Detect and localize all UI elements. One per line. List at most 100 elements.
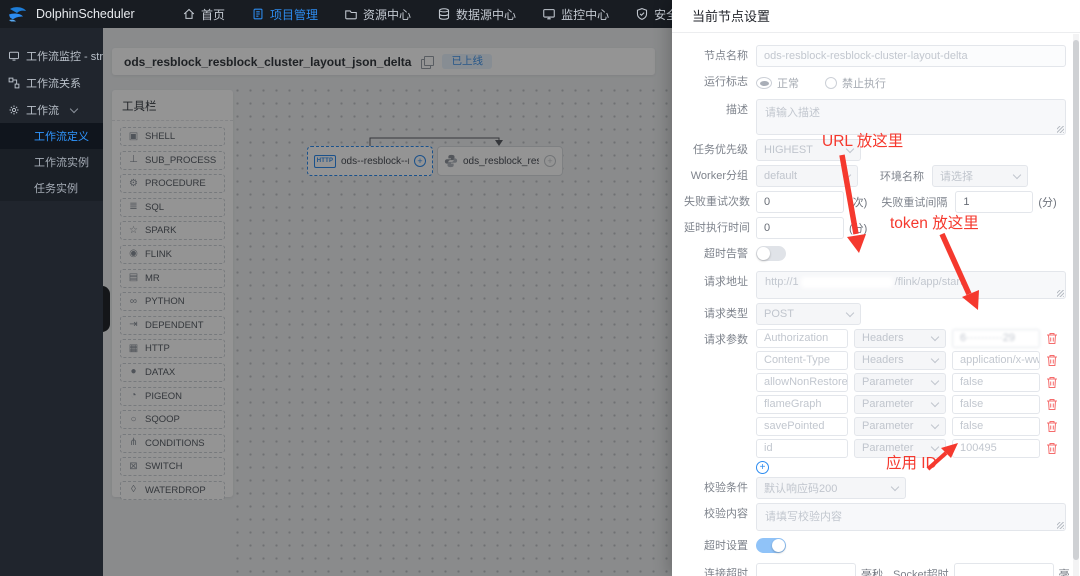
param-type-select[interactable]: Parameter xyxy=(854,373,946,392)
nav-item-home[interactable]: 首页 xyxy=(182,6,225,23)
description-textarea[interactable]: 请输入描述 xyxy=(756,99,1066,135)
sidebar-item-workflow-definition[interactable]: 工作流定义 xyxy=(0,123,103,149)
description-label: 描述 xyxy=(726,104,748,116)
environment-select[interactable]: 请选择 xyxy=(932,165,1028,187)
sidebar-item-task-instance[interactable]: 任务实例 xyxy=(0,175,103,201)
param-name-input[interactable]: Content-Type xyxy=(756,351,848,370)
run-flag-forbidden-label: 禁止执行 xyxy=(842,78,886,90)
nav-item-resources[interactable]: 资源中心 xyxy=(344,6,411,23)
request-url-textarea[interactable]: http://1/flink/app/start xyxy=(756,271,1066,299)
param-type-select[interactable]: Headers xyxy=(854,351,946,370)
request-param-row: id Parameter 100495 xyxy=(756,439,1066,458)
project-icon xyxy=(253,8,263,20)
param-type-select[interactable]: Parameter xyxy=(854,417,946,436)
database-icon xyxy=(438,8,450,20)
sidebar-item-workflow[interactable]: 工作流 xyxy=(0,96,103,123)
param-name-input[interactable]: savePointed xyxy=(756,417,848,436)
param-value-input[interactable]: false xyxy=(952,417,1040,436)
nav-label: 资源中心 xyxy=(363,7,412,22)
workflow-submenu: 工作流定义 工作流实例 任务实例 xyxy=(0,123,103,201)
chevron-down-icon xyxy=(845,308,855,317)
sidebar-label: 工作流定义 xyxy=(34,131,89,143)
nav-label: 数据源中心 xyxy=(456,7,517,22)
resize-grip-icon[interactable] xyxy=(1057,290,1064,297)
param-name-input[interactable]: allowNonRestored xyxy=(756,373,848,392)
monitor-icon xyxy=(9,51,19,61)
resize-grip-icon[interactable] xyxy=(1057,522,1064,529)
nav-item-project[interactable]: 项目管理 xyxy=(251,6,318,23)
check-condition-select[interactable]: 默认响应码200 xyxy=(756,477,906,499)
param-value-input[interactable]: application/x-www-fo xyxy=(952,351,1040,370)
param-type-value: Parameter xyxy=(862,398,914,410)
retry-times-label: 失败重试次数 xyxy=(684,196,750,208)
worker-group-select[interactable]: default xyxy=(756,165,858,187)
delay-time-unit: (分) xyxy=(849,223,868,235)
nav-label: 项目管理 xyxy=(270,7,319,22)
request-param-row: savePointed Parameter false xyxy=(756,417,1066,436)
connect-timeout-input[interactable] xyxy=(756,563,856,576)
socket-timeout-input[interactable] xyxy=(953,563,1054,576)
priority-select[interactable]: HIGHEST xyxy=(756,139,861,161)
gear-icon xyxy=(9,105,19,114)
delete-param-button[interactable] xyxy=(1046,376,1058,390)
chevron-down-icon xyxy=(930,420,940,430)
param-type-select[interactable]: Headers xyxy=(854,329,946,348)
retry-interval-input[interactable]: 1 xyxy=(955,191,1034,213)
delete-param-button[interactable] xyxy=(1046,442,1058,456)
param-name-input[interactable]: id xyxy=(756,439,848,458)
trash-icon xyxy=(1047,333,1057,344)
run-flag-normal-label: 正常 xyxy=(777,78,799,90)
add-param-button[interactable]: + xyxy=(756,461,769,474)
connect-timeout-label: 连接超时 xyxy=(704,568,748,576)
timeout-alarm-toggle[interactable] xyxy=(756,246,786,261)
folder-icon xyxy=(345,10,357,20)
modal-overlay[interactable] xyxy=(103,28,672,576)
resize-grip-icon[interactable] xyxy=(1057,126,1064,133)
socket-timeout-unit-line1: 毫 xyxy=(1058,569,1070,576)
delete-param-button[interactable] xyxy=(1046,332,1058,346)
chevron-down-icon xyxy=(930,332,940,342)
app-logo[interactable]: DolphinScheduler xyxy=(8,6,158,23)
param-name-input[interactable]: Authorization xyxy=(756,329,848,348)
run-flag-normal-radio[interactable] xyxy=(756,77,772,89)
delay-time-input[interactable]: 0 xyxy=(756,217,844,239)
param-value-input[interactable]: 100495 xyxy=(952,439,1040,458)
param-value-input[interactable]: false xyxy=(952,373,1040,392)
param-type-select[interactable]: Parameter xyxy=(854,439,946,458)
param-value-input[interactable]: false xyxy=(952,395,1040,414)
request-type-select[interactable]: POST xyxy=(756,303,861,325)
run-flag-label: 运行标志 xyxy=(704,76,748,88)
nav-menu: 首页 项目管理 资源中心 数据源中心 监控中心 安全中心 xyxy=(182,6,702,23)
worker-group-value: default xyxy=(764,170,798,182)
sidebar-label: 工作流监控 - streamx xyxy=(26,50,103,63)
node-name-input[interactable]: ods-resblock-resblock-cluster-layout-del… xyxy=(756,45,1066,67)
timeout-setting-toggle[interactable] xyxy=(756,538,786,553)
param-type-select[interactable]: Parameter xyxy=(854,395,946,414)
delete-param-button[interactable] xyxy=(1046,354,1058,368)
request-type-value: POST xyxy=(764,308,794,320)
delete-param-button[interactable] xyxy=(1046,420,1058,434)
drawer-scrollbar[interactable] xyxy=(1073,40,1079,560)
sidebar-item-workflow-instance[interactable]: 工作流实例 xyxy=(0,149,103,175)
delete-param-button[interactable] xyxy=(1046,398,1058,412)
check-content-placeholder: 请填写校验内容 xyxy=(765,511,842,523)
node-settings-drawer: 当前节点设置 节点名称 ods-resblock-resblock-cluste… xyxy=(672,0,1080,576)
sidebar-item-workflow-relation[interactable]: 工作流关系 xyxy=(0,69,103,96)
priority-label: 任务优先级 xyxy=(693,144,748,156)
run-flag-forbidden-radio[interactable] xyxy=(825,77,837,89)
param-value-input[interactable]: 6··········29 xyxy=(952,329,1040,348)
request-param-row: allowNonRestored Parameter false xyxy=(756,373,1066,392)
request-url-suffix: /flink/app/start xyxy=(894,276,964,288)
request-params-label: 请求参数 xyxy=(704,334,748,346)
retry-times-input[interactable]: 0 xyxy=(756,191,844,213)
sidebar-label: 任务实例 xyxy=(34,183,78,195)
environment-label: 环境名称 xyxy=(880,171,924,183)
check-content-textarea[interactable]: 请填写校验内容 xyxy=(756,503,1066,531)
param-name-input[interactable]: flameGraph xyxy=(756,395,848,414)
worker-group-label: Worker分组 xyxy=(690,170,748,182)
sidebar-item-workflow-monitor[interactable]: 工作流监控 - streamx xyxy=(0,42,103,69)
nav-item-monitor[interactable]: 监控中心 xyxy=(542,6,609,23)
timeout-alarm-label: 超时告警 xyxy=(704,248,748,260)
param-type-value: Parameter xyxy=(862,420,914,432)
nav-item-datasource[interactable]: 数据源中心 xyxy=(437,6,516,23)
